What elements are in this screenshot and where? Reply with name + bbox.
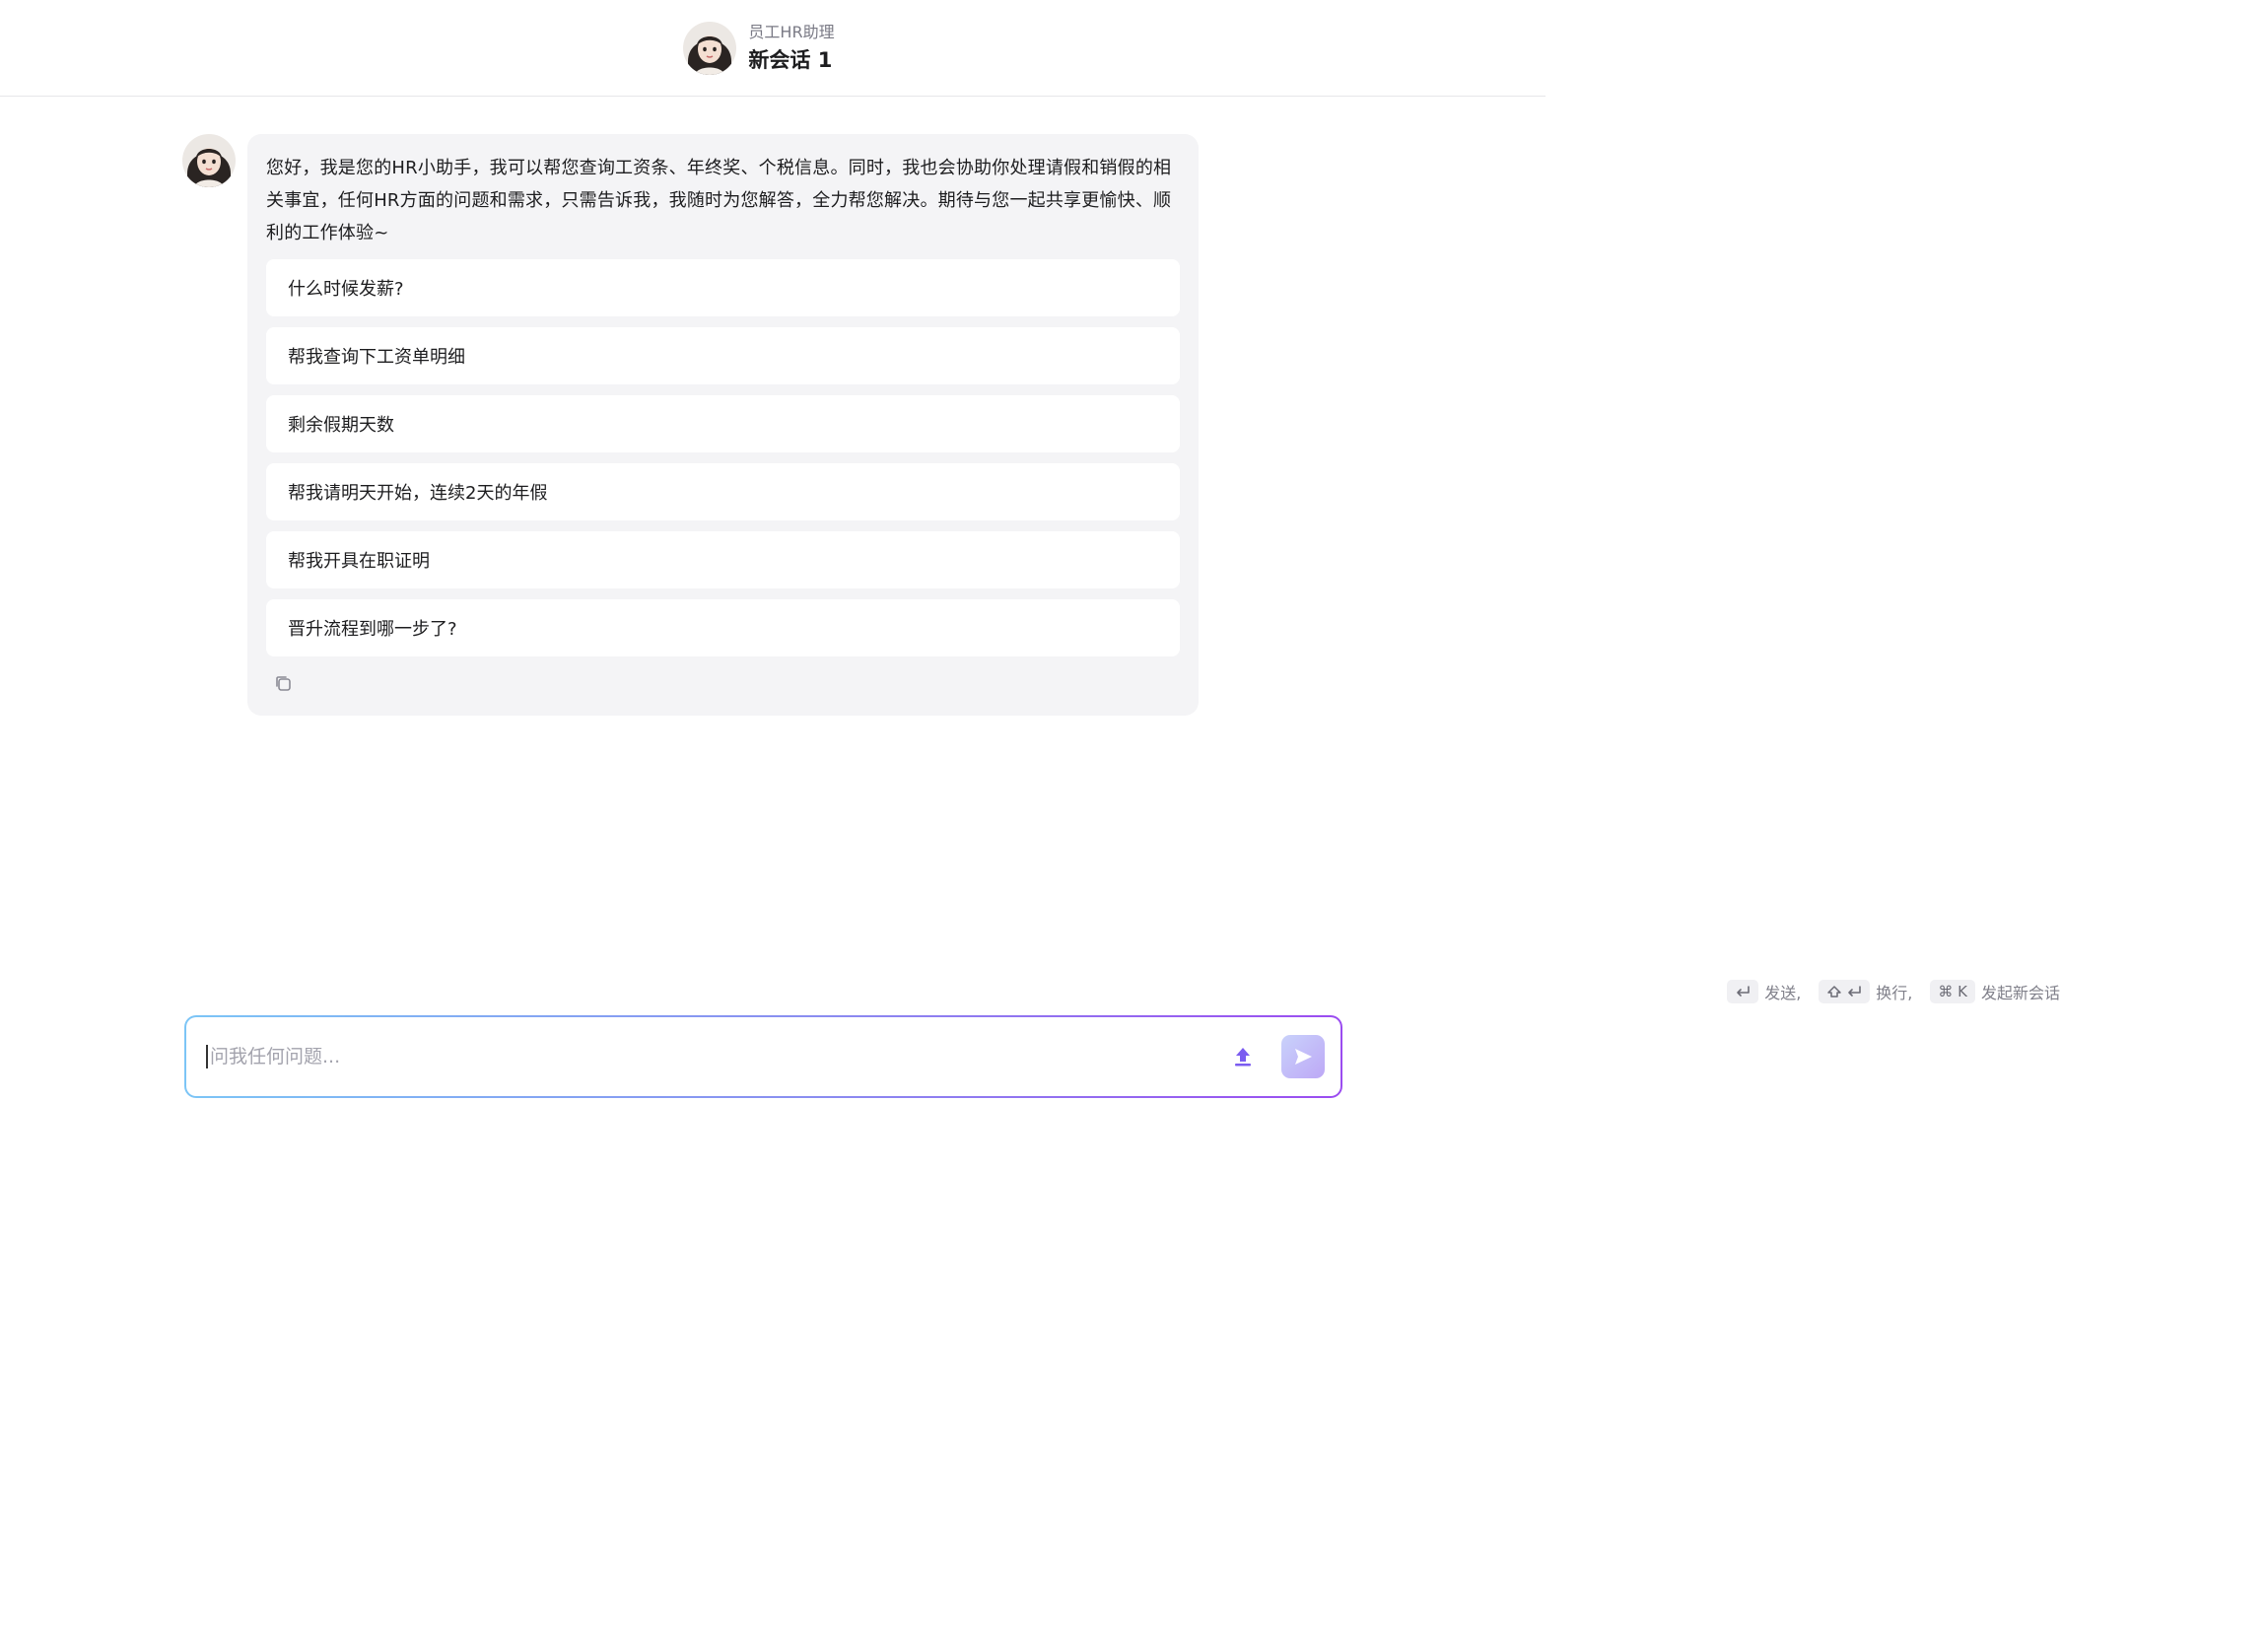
suggestion-list: 什么时候发薪? 帮我查询下工资单明细 剩余假期天数 帮我请明天开始，连续2天的年… <box>266 259 1180 656</box>
chat-header: 员工HR助理 新会话 1 <box>0 0 1546 97</box>
send-button[interactable] <box>1281 1035 1325 1078</box>
header-texts: 员工HR助理 新会话 1 <box>748 23 834 74</box>
hint-new-chat: 发起新会话 <box>1980 984 2060 1002</box>
assistant-message-bubble: 您好，我是您的HR小助手，我可以帮您查询工资条、年终奖、个税信息。同时，我也会协… <box>247 134 1199 716</box>
header-inner: 员工HR助理 新会话 1 <box>683 21 835 75</box>
suggestion-item[interactable]: 帮我请明天开始，连续2天的年假 <box>266 463 1180 520</box>
chat-input-inner <box>186 1017 1340 1096</box>
suggestion-item[interactable]: 帮我开具在职证明 <box>266 531 1180 588</box>
assistant-name: 员工HR助理 <box>748 22 835 41</box>
keyboard-hints: 发送, 换行, ⌘ K 发起新会话 <box>1727 980 2060 1003</box>
message-avatar-icon <box>182 134 236 187</box>
suggestion-item[interactable]: 帮我查询下工资单明细 <box>266 327 1180 384</box>
suggestion-item[interactable]: 晋升流程到哪一步了? <box>266 599 1180 656</box>
send-icon <box>1295 1049 1312 1065</box>
hint-newline: 换行, <box>1876 984 1913 1002</box>
chat-input-box <box>184 1015 1342 1098</box>
enter-key-icon <box>1727 980 1759 1003</box>
hint-send: 发送, <box>1764 984 1802 1002</box>
upload-icon[interactable] <box>1230 1044 1256 1069</box>
conversation-title: 新会话 1 <box>748 47 833 72</box>
command-k-key: ⌘ K <box>1930 980 1975 1003</box>
suggestion-item[interactable]: 剩余假期天数 <box>266 395 1180 452</box>
assistant-avatar-icon <box>683 21 737 75</box>
shift-enter-key-icon <box>1819 980 1871 1003</box>
copy-icon[interactable] <box>273 673 293 693</box>
chat-input[interactable] <box>206 1045 1230 1068</box>
message-text: 您好，我是您的HR小助手，我可以帮您查询工资条、年终奖、个税信息。同时，我也会协… <box>266 158 1172 243</box>
suggestion-item[interactable]: 什么时候发薪? <box>266 259 1180 316</box>
